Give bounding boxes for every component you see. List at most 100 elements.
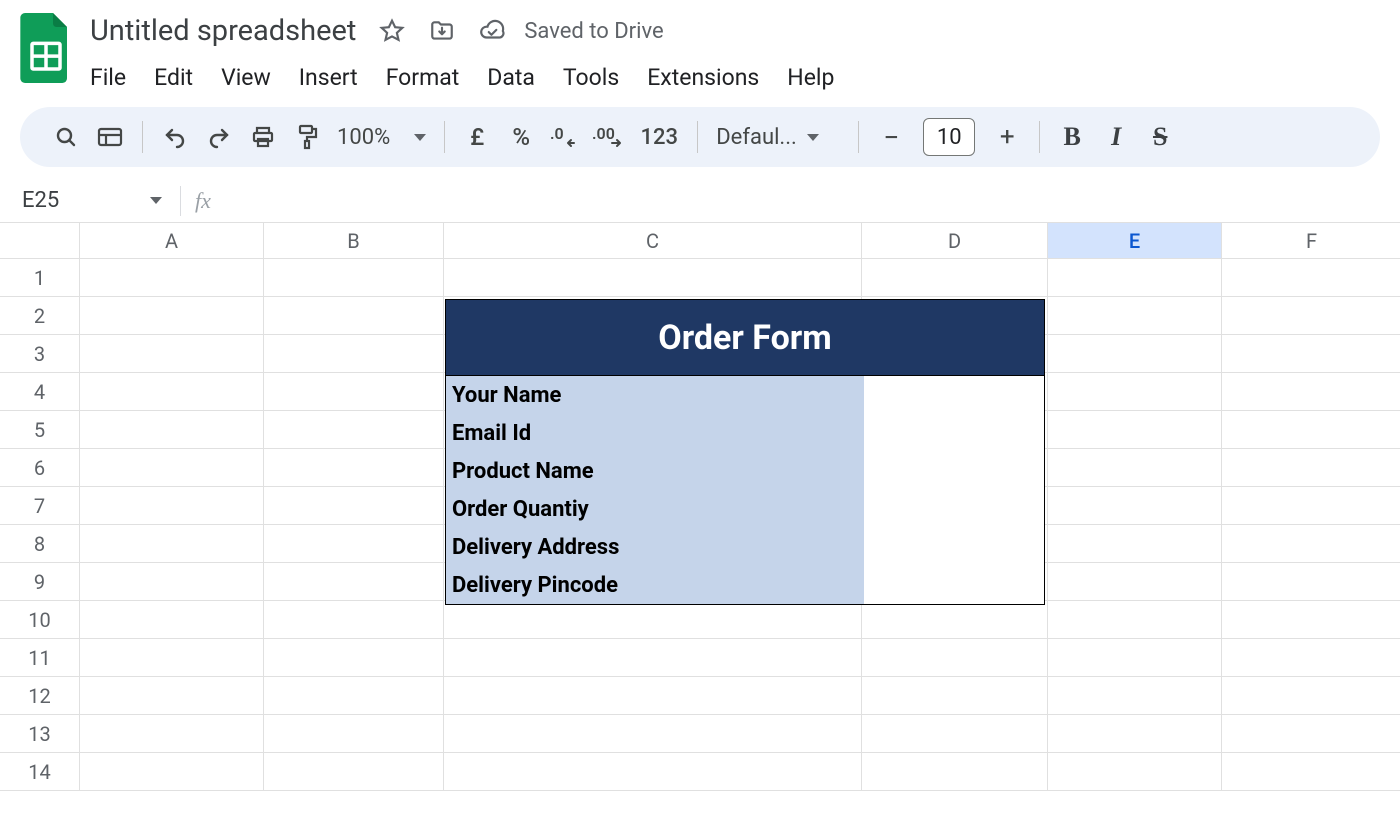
font-size-input[interactable]: 10 <box>923 118 975 156</box>
row-header[interactable]: 6 <box>0 449 80 487</box>
doc-title[interactable]: Untitled spreadsheet <box>86 12 360 50</box>
star-icon[interactable] <box>378 17 406 45</box>
row-header[interactable]: 4 <box>0 373 80 411</box>
cell[interactable] <box>80 259 264 297</box>
cell[interactable] <box>1222 487 1400 525</box>
cell[interactable] <box>264 259 444 297</box>
cell[interactable] <box>264 297 444 335</box>
cell[interactable] <box>264 487 444 525</box>
cell[interactable] <box>80 335 264 373</box>
cell[interactable] <box>264 373 444 411</box>
percent-button[interactable]: % <box>499 115 543 159</box>
select-all-corner[interactable] <box>0 223 80 259</box>
cell[interactable] <box>80 373 264 411</box>
col-header-D[interactable]: D <box>862 223 1048 259</box>
more-formats-button[interactable]: 123 <box>631 115 687 159</box>
cell[interactable] <box>1048 449 1222 487</box>
col-header-E[interactable]: E <box>1048 223 1222 259</box>
cell[interactable] <box>444 715 862 753</box>
value-your-name[interactable] <box>864 376 1044 414</box>
cell[interactable] <box>80 487 264 525</box>
menu-insert[interactable]: Insert <box>285 58 372 97</box>
cell[interactable] <box>80 297 264 335</box>
cell[interactable] <box>264 335 444 373</box>
cell[interactable] <box>1222 715 1400 753</box>
row-header[interactable]: 2 <box>0 297 80 335</box>
row-header[interactable]: 5 <box>0 411 80 449</box>
cell[interactable] <box>264 563 444 601</box>
cell[interactable] <box>1222 563 1400 601</box>
cell[interactable] <box>1222 639 1400 677</box>
row-header[interactable]: 14 <box>0 753 80 791</box>
increase-decimal-button[interactable]: .00 <box>587 115 631 159</box>
cell[interactable] <box>444 639 862 677</box>
col-header-F[interactable]: F <box>1222 223 1400 259</box>
cell[interactable] <box>862 639 1048 677</box>
cell[interactable] <box>1222 601 1400 639</box>
strikethrough-button[interactable]: S <box>1138 115 1182 159</box>
row-header[interactable]: 3 <box>0 335 80 373</box>
row-header[interactable]: 7 <box>0 487 80 525</box>
value-email-id[interactable] <box>864 414 1044 452</box>
cell[interactable] <box>80 601 264 639</box>
increase-font-size-button[interactable]: + <box>985 115 1029 159</box>
search-icon[interactable] <box>44 115 88 159</box>
row-header[interactable]: 10 <box>0 601 80 639</box>
currency-button[interactable]: £ <box>455 115 499 159</box>
redo-icon[interactable] <box>197 115 241 159</box>
italic-button[interactable]: I <box>1094 115 1138 159</box>
cell[interactable] <box>862 753 1048 791</box>
value-delivery-address[interactable] <box>864 528 1044 566</box>
cell[interactable] <box>1048 601 1222 639</box>
cell[interactable] <box>1048 525 1222 563</box>
cell[interactable] <box>1048 335 1222 373</box>
cell[interactable] <box>264 639 444 677</box>
sheet-area[interactable]: A B C D E F 1234567891011121314 Order Fo… <box>0 223 1400 791</box>
value-delivery-pincode[interactable] <box>864 566 1044 604</box>
menu-format[interactable]: Format <box>372 58 474 97</box>
cell[interactable] <box>1048 373 1222 411</box>
sheets-logo[interactable] <box>20 10 72 80</box>
cell[interactable] <box>1222 411 1400 449</box>
decrease-decimal-button[interactable]: .0 <box>543 115 587 159</box>
paint-format-icon[interactable] <box>285 115 329 159</box>
cloud-icon[interactable] <box>478 17 506 45</box>
menu-file[interactable]: File <box>86 58 140 97</box>
print-icon[interactable] <box>241 115 285 159</box>
row-header[interactable]: 11 <box>0 639 80 677</box>
cell[interactable] <box>1048 259 1222 297</box>
bold-button[interactable]: B <box>1050 115 1094 159</box>
row-header[interactable]: 12 <box>0 677 80 715</box>
menu-tools[interactable]: Tools <box>549 58 633 97</box>
cell[interactable] <box>1222 753 1400 791</box>
cell[interactable] <box>1222 373 1400 411</box>
value-product-name[interactable] <box>864 452 1044 490</box>
cell[interactable] <box>264 411 444 449</box>
col-header-C[interactable]: C <box>444 223 862 259</box>
cell[interactable] <box>444 753 862 791</box>
cell[interactable] <box>444 601 862 639</box>
zoom-select[interactable]: 100% <box>329 125 434 150</box>
cell[interactable] <box>80 715 264 753</box>
cell[interactable] <box>862 601 1048 639</box>
cell[interactable] <box>1048 411 1222 449</box>
cell[interactable] <box>1048 563 1222 601</box>
cell[interactable] <box>1048 677 1222 715</box>
cell[interactable] <box>1222 259 1400 297</box>
menu-extensions[interactable]: Extensions <box>633 58 773 97</box>
cell[interactable] <box>80 411 264 449</box>
cell[interactable] <box>1222 525 1400 563</box>
col-header-B[interactable]: B <box>264 223 444 259</box>
cell[interactable] <box>1048 753 1222 791</box>
cell[interactable] <box>80 753 264 791</box>
cell[interactable] <box>80 525 264 563</box>
cell[interactable] <box>264 677 444 715</box>
col-header-A[interactable]: A <box>80 223 264 259</box>
cell[interactable] <box>862 715 1048 753</box>
cell[interactable] <box>80 677 264 715</box>
font-select[interactable]: Defaul... <box>708 125 848 150</box>
cell[interactable] <box>862 677 1048 715</box>
row-header[interactable]: 9 <box>0 563 80 601</box>
value-order-quantity[interactable] <box>864 490 1044 528</box>
cell[interactable] <box>1048 715 1222 753</box>
